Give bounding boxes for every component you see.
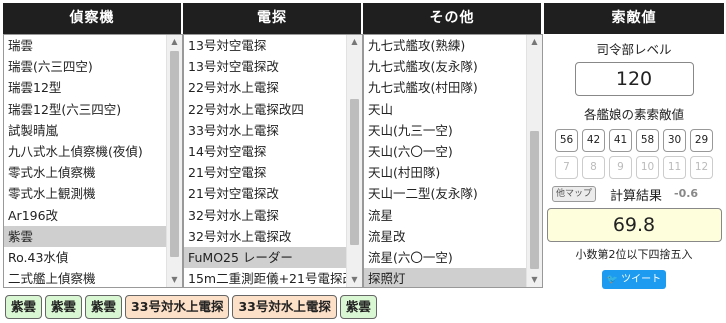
scroll-up-icon[interactable]: ▲ (527, 35, 542, 49)
scroll-up-icon[interactable]: ▲ (167, 35, 182, 49)
ship-los-input[interactable]: 8 (582, 156, 605, 179)
ship-los-input[interactable]: 10 (636, 156, 659, 179)
scroll-thumb[interactable] (530, 131, 539, 269)
list-item[interactable]: 瑞雲(六三四空) (4, 56, 166, 77)
list-item[interactable]: 天山 (364, 99, 526, 120)
list-item[interactable]: 33号対水上電探 (184, 120, 346, 141)
recon-header: 偵察機 (3, 3, 181, 34)
list-item[interactable]: 九七式艦攻(熟練) (364, 35, 526, 56)
list-item[interactable]: 零式水上偵察機 (4, 162, 166, 183)
ship-los-input[interactable]: 30 (663, 129, 686, 152)
ship-los-input[interactable]: 12 (690, 156, 713, 179)
ship-los-input[interactable]: 9 (609, 156, 632, 179)
result-label: 計算結果 (610, 189, 663, 204)
ship-los-input[interactable]: 41 (609, 129, 632, 152)
list-item[interactable]: 13号対空電探改 (184, 56, 346, 77)
list-item[interactable]: 瑞雲12型(六三四空) (4, 99, 166, 120)
list-item[interactable]: 21号対空電探 (184, 162, 346, 183)
ship-los-input[interactable]: 42 (582, 129, 605, 152)
ship-los-input[interactable]: 11 (663, 156, 686, 179)
ship-los-input[interactable]: 56 (555, 129, 578, 152)
list-item[interactable]: 流星 (364, 205, 526, 226)
list-item[interactable]: 紫雲 (4, 225, 166, 247)
recon-scrollbar[interactable]: ▲ ▼ (166, 35, 182, 287)
list-item[interactable]: 二式艦上偵察機 (4, 268, 166, 287)
list-item[interactable]: 天山(九三一空) (364, 120, 526, 141)
other-map-button[interactable]: 他マップ (552, 186, 597, 202)
list-item[interactable]: 零式水上観測機 (4, 183, 166, 204)
radar-header: 電探 (183, 3, 361, 34)
other-listbox[interactable]: 九七式艦攻(熟練) 九七式艦攻(友永隊) 九七式艦攻(村田隊) 天山 天山(九三一空) 天… (363, 34, 543, 288)
recon-column: 偵察機 (3, 3, 181, 34)
hq-level-label: 司令部レベル (596, 42, 672, 57)
list-item[interactable]: 22号対水上電探 (184, 77, 346, 98)
list-item[interactable]: 九八式水上偵察機(夜偵) (4, 141, 166, 162)
list-item[interactable]: 探照灯 (364, 268, 526, 287)
scroll-up-icon[interactable]: ▲ (347, 35, 362, 49)
other-column: その他 (363, 3, 541, 34)
other-scrollbar[interactable]: ▲ ▼ (526, 35, 542, 287)
ship-los-label: 各艦娘の素索敵値 (583, 107, 684, 122)
result-row: 他マップ 計算結果 -0.6 (544, 185, 724, 205)
list-item[interactable]: FuMO25 レーダー (184, 246, 346, 269)
scroll-thumb[interactable] (170, 51, 179, 257)
scroll-down-icon[interactable]: ▼ (167, 273, 182, 287)
equipment-tag[interactable]: 紫雲 (5, 295, 43, 319)
list-item[interactable]: 32号対水上電探 (184, 205, 346, 226)
tweet-label: ツイート (621, 274, 662, 285)
scroll-down-icon[interactable]: ▼ (347, 273, 362, 287)
list-item[interactable]: 流星改 (364, 226, 526, 247)
result-value: 69.8 (546, 208, 722, 242)
selected-equipment-tags: 紫雲 紫雲 紫雲 33号対水上電探 33号対水上電探 紫雲 (5, 295, 377, 319)
equipment-tag[interactable]: 紫雲 (45, 295, 83, 319)
list-item[interactable]: 瑞雲 (4, 35, 166, 56)
ship-los-input[interactable]: 58 (636, 129, 659, 152)
other-header: その他 (363, 3, 541, 34)
hq-level-input[interactable]: 120 (574, 62, 694, 96)
radar-listbox[interactable]: 13号対空電探 13号対空電探改 22号対水上電探 22号対水上電探改四 33号対水上電… (183, 34, 363, 288)
list-item[interactable]: 九七式艦攻(友永隊) (364, 56, 526, 77)
list-item[interactable]: 32号対水上電探改 (184, 226, 346, 247)
list-item[interactable]: 天山(六〇一空) (364, 141, 526, 162)
list-item[interactable]: Ro.43水偵 (4, 247, 166, 268)
los-header: 索敵値 (544, 3, 724, 34)
twitter-bird-icon: 🐦 (606, 275, 619, 285)
list-item[interactable]: 天山(村田隊) (364, 162, 526, 183)
list-item[interactable]: 22号対水上電探改四 (184, 99, 346, 120)
equipment-tag[interactable]: 33号対水上電探 (125, 295, 230, 319)
list-item[interactable]: 15m二重測距儀+21号電探改二 (184, 268, 346, 287)
radar-scrollbar[interactable]: ▲ ▼ (346, 35, 362, 287)
los-panel: 索敵値 司令部レベル 120 各艦娘の素索敵値 56 42 41 58 30 29 7 8 9 1… (544, 3, 724, 289)
scroll-thumb[interactable] (350, 99, 359, 245)
list-item[interactable]: 13号対空電探 (184, 35, 346, 56)
ship-los-grid: 56 42 41 58 30 29 7 8 9 10 11 12 (544, 129, 724, 179)
list-item[interactable]: 天山一二型(友永隊) (364, 183, 526, 204)
result-diff: -0.6 (674, 187, 699, 200)
rounding-note: 小数第2位以下四捨五入 (575, 248, 693, 261)
tweet-button[interactable]: 🐦 ツイート (602, 270, 666, 289)
equipment-tag[interactable]: 紫雲 (85, 295, 123, 319)
list-item[interactable]: 瑞雲12型 (4, 77, 166, 98)
list-item[interactable]: 14号対空電探 (184, 141, 346, 162)
list-item[interactable]: 九七式艦攻(村田隊) (364, 77, 526, 98)
list-item[interactable]: Ar196改 (4, 205, 166, 226)
list-item[interactable]: 21号対空電探改 (184, 183, 346, 204)
ship-los-input[interactable]: 29 (690, 129, 713, 152)
list-item[interactable]: 流星(六〇一空) (364, 247, 526, 268)
ship-los-input[interactable]: 7 (555, 156, 578, 179)
equipment-tag[interactable]: 紫雲 (339, 295, 377, 319)
radar-column: 電探 (183, 3, 361, 34)
list-item[interactable]: 試製晴嵐 (4, 120, 166, 141)
recon-listbox[interactable]: 瑞雲 瑞雲(六三四空) 瑞雲12型 瑞雲12型(六三四空) 試製晴嵐 九八式水上偵察機(夜… (3, 34, 183, 288)
equipment-tag[interactable]: 33号対水上電探 (232, 295, 337, 319)
scroll-down-icon[interactable]: ▼ (527, 273, 542, 287)
